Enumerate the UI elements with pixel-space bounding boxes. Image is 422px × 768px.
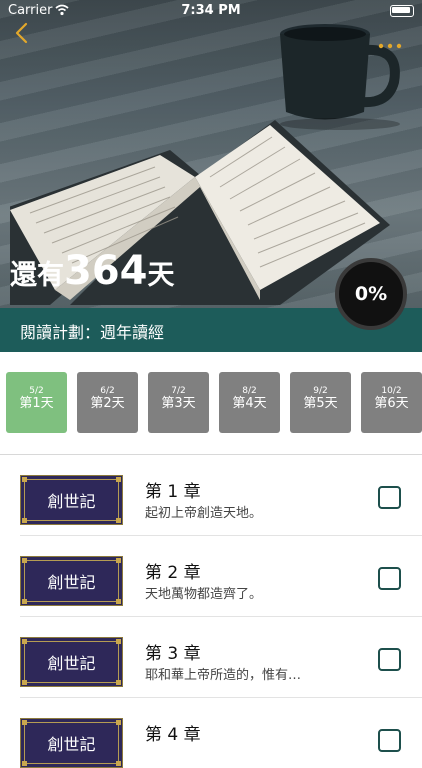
chapter-description: 耶和華上帝所造的，惟有… — [145, 668, 302, 683]
chapter-description: 起初上帝創造天地。 — [145, 506, 263, 521]
chapter-title: 第 3 章 — [145, 644, 201, 664]
chapter-row[interactable]: 創世記 第 4 章 — [0, 698, 422, 768]
battery-icon — [390, 5, 414, 17]
days-suffix: 天 — [147, 260, 175, 291]
chapter-description: 天地萬物都造齊了。 — [145, 587, 263, 602]
book-badge: 創世記 — [20, 556, 123, 606]
book-name: 創世記 — [47, 573, 96, 592]
day-label: 第6天 — [374, 396, 409, 411]
status-time: 7:34 PM — [181, 3, 241, 18]
day-label: 第1天 — [19, 396, 54, 411]
day-label: 第2天 — [90, 396, 125, 411]
chapter-checkbox[interactable] — [378, 729, 401, 752]
progress-indicator: 0% — [335, 258, 407, 330]
chapter-checkbox[interactable] — [378, 567, 401, 590]
day-tab-4[interactable]: 8/2 第4天 — [219, 372, 280, 433]
day-tab-6[interactable]: 10/2 第6天 — [361, 372, 422, 433]
coffee-mug-image — [280, 24, 400, 130]
day-tab-1[interactable]: 5/2 第1天 — [6, 372, 67, 433]
day-date: 10/2 — [381, 386, 402, 396]
day-date: 7/2 — [171, 386, 186, 396]
book-badge: 創世記 — [20, 637, 123, 687]
status-bar: Carrier 7:34 PM — [0, 0, 422, 22]
day-label: 第4天 — [232, 396, 267, 411]
chapter-row[interactable]: 創世記 第 1 章 起初上帝創造天地。 — [0, 455, 422, 536]
book-name: 創世記 — [47, 492, 96, 511]
day-tab-5[interactable]: 9/2 第5天 — [290, 372, 351, 433]
days-prefix: 還有 — [10, 260, 64, 291]
book-name: 創世記 — [47, 735, 96, 754]
chapter-row[interactable]: 創世記 第 2 章 天地萬物都造齊了。 — [0, 536, 422, 617]
chapter-title: 第 4 章 — [145, 725, 201, 745]
progress-value: 0% — [354, 283, 388, 305]
day-selector: 5/2 第1天 6/2 第2天 7/2 第3天 8/2 第4天 9/2 第5天 … — [0, 352, 422, 454]
plan-label: 閱讀計劃：週年讀經 — [20, 323, 165, 342]
chapter-checkbox[interactable] — [378, 486, 401, 509]
days-remaining: 還有364天 — [10, 248, 175, 294]
chapter-row[interactable]: 創世記 第 3 章 耶和華上帝所造的，惟有… — [0, 617, 422, 698]
days-number: 364 — [64, 248, 148, 294]
chapter-title: 第 2 章 — [145, 563, 201, 583]
chevron-left-icon[interactable] — [14, 22, 28, 44]
day-date: 8/2 — [242, 386, 257, 396]
book-badge: 創世記 — [20, 475, 123, 525]
more-horizontal-icon[interactable] — [378, 42, 402, 50]
day-label: 第5天 — [303, 396, 338, 411]
day-date: 6/2 — [100, 386, 115, 396]
chapter-checkbox[interactable] — [378, 648, 401, 671]
day-tab-3[interactable]: 7/2 第3天 — [148, 372, 209, 433]
day-date: 9/2 — [313, 386, 328, 396]
day-date: 5/2 — [29, 386, 44, 396]
book-name: 創世記 — [47, 654, 96, 673]
chapter-title: 第 1 章 — [145, 482, 201, 502]
book-badge: 創世記 — [20, 718, 123, 768]
day-tab-2[interactable]: 6/2 第2天 — [77, 372, 138, 433]
day-label: 第3天 — [161, 396, 196, 411]
